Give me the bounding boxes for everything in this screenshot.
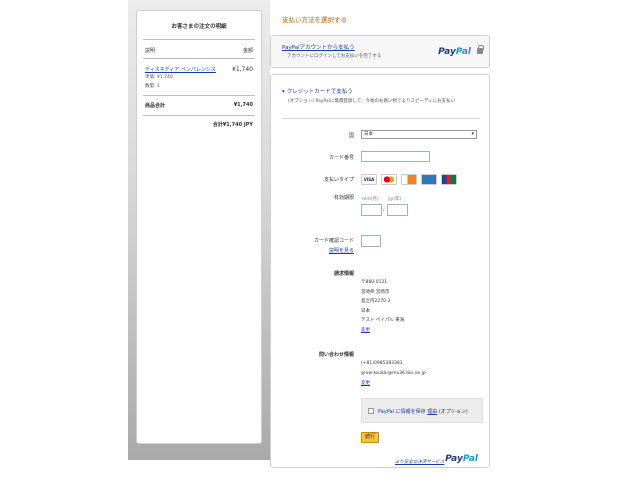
billing-address: 〒880-0121 宮崎県 宮崎市 島之内2270-3 日本 テスト ペイパル … bbox=[361, 278, 404, 335]
desc-column-header: 説明 bbox=[145, 48, 156, 54]
subtotal-label: 商品合計 bbox=[145, 103, 166, 109]
save-to-paypal-text: PayPal に情報を保存 理由 (オプション) bbox=[378, 409, 468, 415]
country-select[interactable]: 日本 bbox=[361, 130, 477, 139]
cvv-label: カード確認コード bbox=[313, 238, 354, 244]
mastercard-icon[interactable] bbox=[381, 174, 397, 185]
save-checkbox[interactable] bbox=[368, 408, 374, 414]
lock-icon bbox=[477, 45, 484, 54]
visa-icon[interactable]: VISA bbox=[361, 174, 377, 185]
summary-header: 説明 金額 bbox=[137, 40, 261, 58]
expiry-month-hint: mm(月) bbox=[362, 197, 379, 202]
jcb-icon[interactable] bbox=[441, 174, 457, 185]
order-summary-panel: お客さまの注文の明細 説明 金額 ディスネディア ペンパレンシス ¥1,740 … bbox=[136, 10, 262, 444]
billing-line: 日本 bbox=[361, 308, 370, 314]
card-number-label: カード番号 bbox=[328, 155, 354, 161]
credit-card-section-title[interactable]: クレジットカードで支払う bbox=[282, 87, 353, 95]
amex-icon[interactable] bbox=[421, 174, 437, 185]
billing-line: テスト ペイパル 東海 bbox=[361, 318, 405, 323]
email-address: grow-toukai@mx36.tiki.ne.jp bbox=[361, 371, 426, 376]
card-number-input[interactable] bbox=[361, 151, 430, 162]
divider bbox=[282, 118, 480, 119]
payment-column: 支払い方法を選択する PayPalアカウントから支払う アカウントにログインして… bbox=[270, 0, 492, 480]
order-summary-column: お客さまの注文の明細 説明 金額 ディスネディア ペンパレンシス ¥1,740 … bbox=[128, 0, 270, 460]
item-unit-price: 単価: ¥1,740 bbox=[145, 75, 173, 80]
contact-info: (+81)0985383381 grow-toukai@mx36.tiki.ne… bbox=[361, 359, 426, 389]
item-quantity: 数量: 1 bbox=[145, 84, 160, 89]
item-name-link[interactable]: ディスネディア ペンパレンシス bbox=[145, 66, 216, 73]
expiry-year-input[interactable] bbox=[387, 204, 408, 216]
billing-line: 宮崎県 宮崎市 bbox=[361, 289, 390, 295]
order-summary-title: お客さまの注文の明細 bbox=[171, 24, 227, 30]
save-to-paypal-box: PayPal に情報を保存 理由 (オプション) bbox=[361, 398, 483, 423]
credit-card-form: クレジットカードで支払う (オプション) PayPalに無償登録して、今後のお買… bbox=[270, 74, 490, 468]
subtotal-value: ¥1,740 bbox=[233, 102, 253, 108]
payment-type-label: 支払いタイプ bbox=[323, 177, 354, 183]
subtotal-row: 商品合計 ¥1,740 bbox=[137, 96, 261, 115]
country-label: 国 bbox=[348, 133, 354, 139]
paypal-logo: PayPal bbox=[438, 47, 471, 57]
billing-change-link[interactable]: 変更 bbox=[361, 326, 404, 336]
secure-payment-note: より安全な決済サービス bbox=[395, 459, 444, 465]
billing-line: 島之内2270-3 bbox=[361, 299, 391, 304]
discover-icon[interactable] bbox=[401, 174, 417, 185]
card-brands: VISA bbox=[361, 174, 457, 185]
paypal-footer-logo: PayPal bbox=[445, 454, 478, 464]
cvv-help-link[interactable]: 説明を見る bbox=[274, 247, 354, 254]
billing-line: 〒880-0121 bbox=[361, 280, 388, 285]
page-title: 支払い方法を選択する bbox=[282, 16, 347, 24]
phone-number: (+81)0985383381 bbox=[361, 361, 403, 366]
paypal-login-option[interactable]: PayPalアカウントから支払う アカウントにログインしてお支払いを完了する P… bbox=[270, 35, 490, 68]
continue-button[interactable]: 続行 bbox=[361, 432, 379, 443]
billing-label: 請求情報 bbox=[333, 271, 354, 277]
grand-total: 合計¥1,740 JPY bbox=[212, 122, 253, 128]
order-item: ディスネディア ペンパレンシス ¥1,740 単価: ¥1,740 数量: 1 bbox=[137, 59, 261, 95]
contact-label: 問い合わせ情報 bbox=[318, 352, 354, 358]
contact-change-link[interactable]: 変更 bbox=[361, 379, 426, 389]
checkout-page: お客さまの注文の明細 説明 金額 ディスネディア ペンパレンシス ¥1,740 … bbox=[0, 0, 640, 480]
expiry-month-input[interactable] bbox=[361, 204, 382, 216]
secure-service-link[interactable]: より安全な決済サービス bbox=[395, 460, 444, 465]
save-reason-link[interactable]: 理由 bbox=[427, 409, 437, 415]
expiry-year-hint: yy(年) bbox=[388, 197, 402, 202]
expiry-separator: / bbox=[383, 208, 385, 213]
paypal-login-link[interactable]: PayPalアカウントから支払う bbox=[282, 43, 355, 51]
cvv-input[interactable] bbox=[361, 235, 381, 247]
credit-card-section-subtitle: (オプション) PayPalに無償登録して、今後のお買い物でよりスピーディにお支… bbox=[288, 99, 456, 104]
paypal-login-description: アカウントにログインしてお支払いを完了する bbox=[287, 54, 382, 59]
amount-column-header: 金額 bbox=[242, 48, 253, 54]
expiry-label: 有効期限 bbox=[333, 195, 354, 201]
country-value: 日本 bbox=[364, 132, 373, 137]
item-price: ¥1,740 bbox=[232, 66, 253, 73]
